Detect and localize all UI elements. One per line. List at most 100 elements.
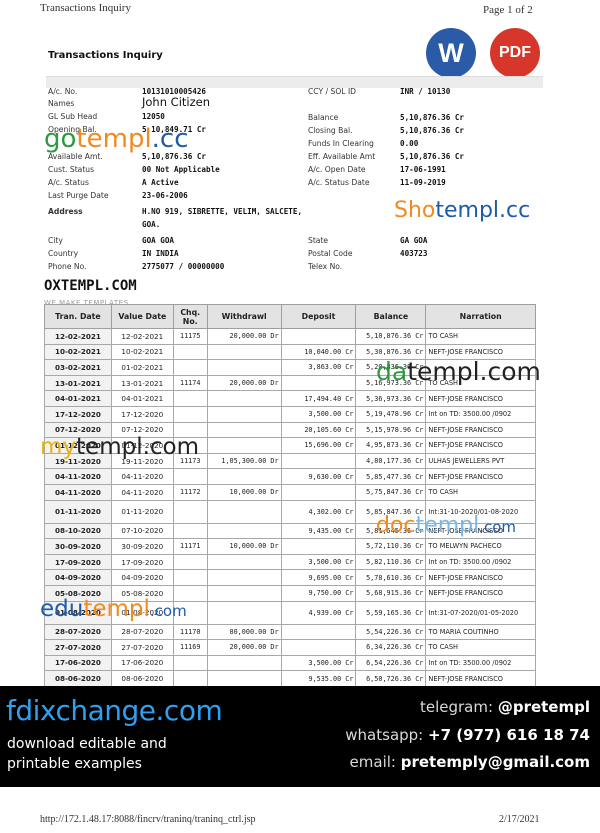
cell-cheque-no [172, 343, 208, 361]
cell-narration: Int on TD: 3500.00 /0902 [425, 405, 536, 423]
info-value: 00 Not Applicable [142, 165, 220, 174]
cell-narration: TO CASH [425, 328, 536, 345]
cell-value-date: 13-01-2021 [110, 374, 174, 392]
cell-withdrawl [206, 499, 282, 524]
cell-withdrawl: 10,000.00 Dr [206, 483, 282, 501]
info-label: Cust. Status [48, 165, 95, 174]
cell-deposit [280, 374, 357, 392]
cell-narration: TO CASH [425, 483, 536, 501]
cell-tran-date: 27-07-2020 [44, 639, 112, 656]
cell-deposit: 9,435.00 Cr [280, 522, 357, 540]
cell-tran-date: 10-02-2021 [44, 343, 112, 361]
contact-email[interactable]: email: pretemply@gmail.com [350, 753, 590, 771]
contact-telegram[interactable]: telegram: @pretempl [420, 698, 590, 716]
table-row: 17-09-2020 17-09-2020 3,500.00 Cr 5,82,110.… [44, 553, 536, 571]
cell-narration: Int on TD: 3500.00 /0902 [425, 553, 536, 571]
cell-tran-date: 17-09-2020 [44, 553, 112, 571]
page-header-title: Transactions Inquiry [40, 2, 131, 14]
cell-tran-date: 01-11-2020 [44, 499, 112, 524]
cell-withdrawl [206, 654, 282, 672]
cell-narration: TO MELWYN PACHECO [425, 538, 536, 555]
info-label: Country [48, 249, 79, 258]
cell-narration: ULHAS JEWELLERS PVT [425, 452, 536, 470]
cell-withdrawl [206, 343, 282, 361]
cell-tran-date: 17-12-2020 [44, 405, 112, 423]
address-line-1: H.NO 919, SIBRETTE, VELIM, SALCETE, [142, 207, 303, 216]
cell-narration: NEFT-JOSE FRANCISCO [425, 468, 536, 485]
contact-whatsapp[interactable]: whatsapp: +7 (977) 616 18 74 [345, 726, 590, 744]
info-label: CCY / SOL ID [308, 87, 357, 96]
info-value: 0.00 [400, 139, 419, 148]
info-value: 403723 [400, 249, 428, 258]
cell-tran-date: 04-11-2020 [44, 468, 112, 485]
column-header-deposit: Deposit [280, 304, 357, 329]
cell-deposit: 10,040.00 Cr [280, 343, 357, 361]
cell-cheque-no [172, 654, 208, 672]
cell-narration: NEFT-JOSE FRANCISCO [425, 670, 536, 687]
cell-value-date: 08-06-2020 [110, 670, 174, 687]
cell-deposit [280, 538, 357, 555]
info-value: GOA GOA [142, 236, 175, 245]
cell-withdrawl: 20,000.00 Dr [206, 328, 282, 345]
cell-deposit: 17,494.40 Cr [280, 390, 357, 407]
cell-deposit: 4,939.00 Cr [280, 600, 357, 625]
info-value: 5,10,876.36 Cr [400, 113, 465, 122]
cell-value-date: 30-09-2020 [110, 538, 174, 555]
cell-withdrawl: 20,000.00 Dr [206, 639, 282, 656]
column-header-value-date: Value Date [110, 304, 174, 329]
cell-cheque-no [172, 390, 208, 407]
cell-value-date: 10-02-2021 [110, 343, 174, 361]
cell-balance: 4,95,873.36 Cr [355, 437, 427, 454]
table-row: 04-09-2020 04-09-2020 9,695.00 Cr 5,78,610.… [44, 569, 536, 586]
cell-value-date: 01-11-2020 [110, 499, 174, 524]
cell-tran-date: 04-11-2020 [44, 483, 112, 501]
cell-balance: 5,75,847.36 Cr [355, 483, 427, 501]
cell-cheque-no [172, 499, 208, 524]
cell-tran-date: 12-02-2021 [44, 328, 112, 345]
cell-deposit: 3,863.00 Cr [280, 359, 357, 376]
cell-balance: 5,36,973.36 Cr [355, 390, 427, 407]
info-label: A/c. Open Date [308, 165, 366, 174]
cell-value-date: 04-01-2021 [110, 390, 174, 407]
info-label: GL Sub Head [48, 112, 98, 121]
table-row: 08-06-2020 08-06-2020 9,535.00 Cr 6,50,726.… [44, 670, 536, 687]
word-icon[interactable]: W [426, 28, 476, 78]
cell-value-date: 28-07-2020 [110, 623, 174, 641]
cell-withdrawl [206, 359, 282, 376]
cell-deposit [280, 639, 357, 656]
info-value: 23-06-2006 [142, 191, 188, 200]
page-number: Page 1 of 2 [483, 4, 533, 16]
cell-balance: 5,72,110.36 Cr [355, 538, 427, 555]
cell-withdrawl [206, 390, 282, 407]
brand-link[interactable]: fdixchange.com [6, 694, 223, 727]
cell-narration: NEFT-JOSE FRANCISCO [425, 421, 536, 439]
pdf-icon[interactable]: PDF [490, 28, 540, 78]
cell-balance: 5,54,226.36 Cr [355, 623, 427, 641]
cell-value-date: 12-02-2021 [110, 328, 174, 345]
watermark-shotempl: Shotempl.cc [394, 198, 531, 223]
cell-withdrawl [206, 405, 282, 423]
cell-tran-date: 28-07-2020 [44, 623, 112, 641]
cell-deposit: 20,105.60 Cr [280, 421, 357, 439]
table-row: 30-09-2020 30-09-2020 11171 10,000.00 Dr 5,7… [44, 538, 536, 555]
table-header-row: Tran. Date Value Date Chq. No. Withdrawl… [44, 304, 536, 329]
info-label: Phone No. [48, 262, 87, 271]
cell-value-date: 17-12-2020 [110, 405, 174, 423]
cell-tran-date: 03-02-2021 [44, 359, 112, 376]
footer-url: http://172.1.48.17:8088/fincrv/traninq/t… [40, 814, 256, 825]
cell-withdrawl [206, 468, 282, 485]
cell-cheque-no [172, 405, 208, 423]
cell-deposit [280, 623, 357, 641]
info-label: State [308, 236, 329, 245]
cell-narration: NEFT-JOSE FRANCISCO [425, 390, 536, 407]
cell-cheque-no: 11175 [172, 328, 208, 345]
watermark-doctempl: doctempl.com [376, 513, 517, 538]
cell-deposit: 9,630.00 Cr [280, 468, 357, 485]
cell-cheque-no [172, 522, 208, 540]
info-label: Names [48, 99, 75, 108]
cell-deposit: 9,695.00 Cr [280, 569, 357, 586]
cell-withdrawl [206, 600, 282, 625]
cell-withdrawl: 1,05,300.00 Dr [206, 452, 282, 470]
cell-tran-date: 08-10-2020 [44, 522, 112, 540]
table-row: 12-02-2021 12-02-2021 11175 20,000.00 Dr 5,1… [44, 328, 536, 345]
